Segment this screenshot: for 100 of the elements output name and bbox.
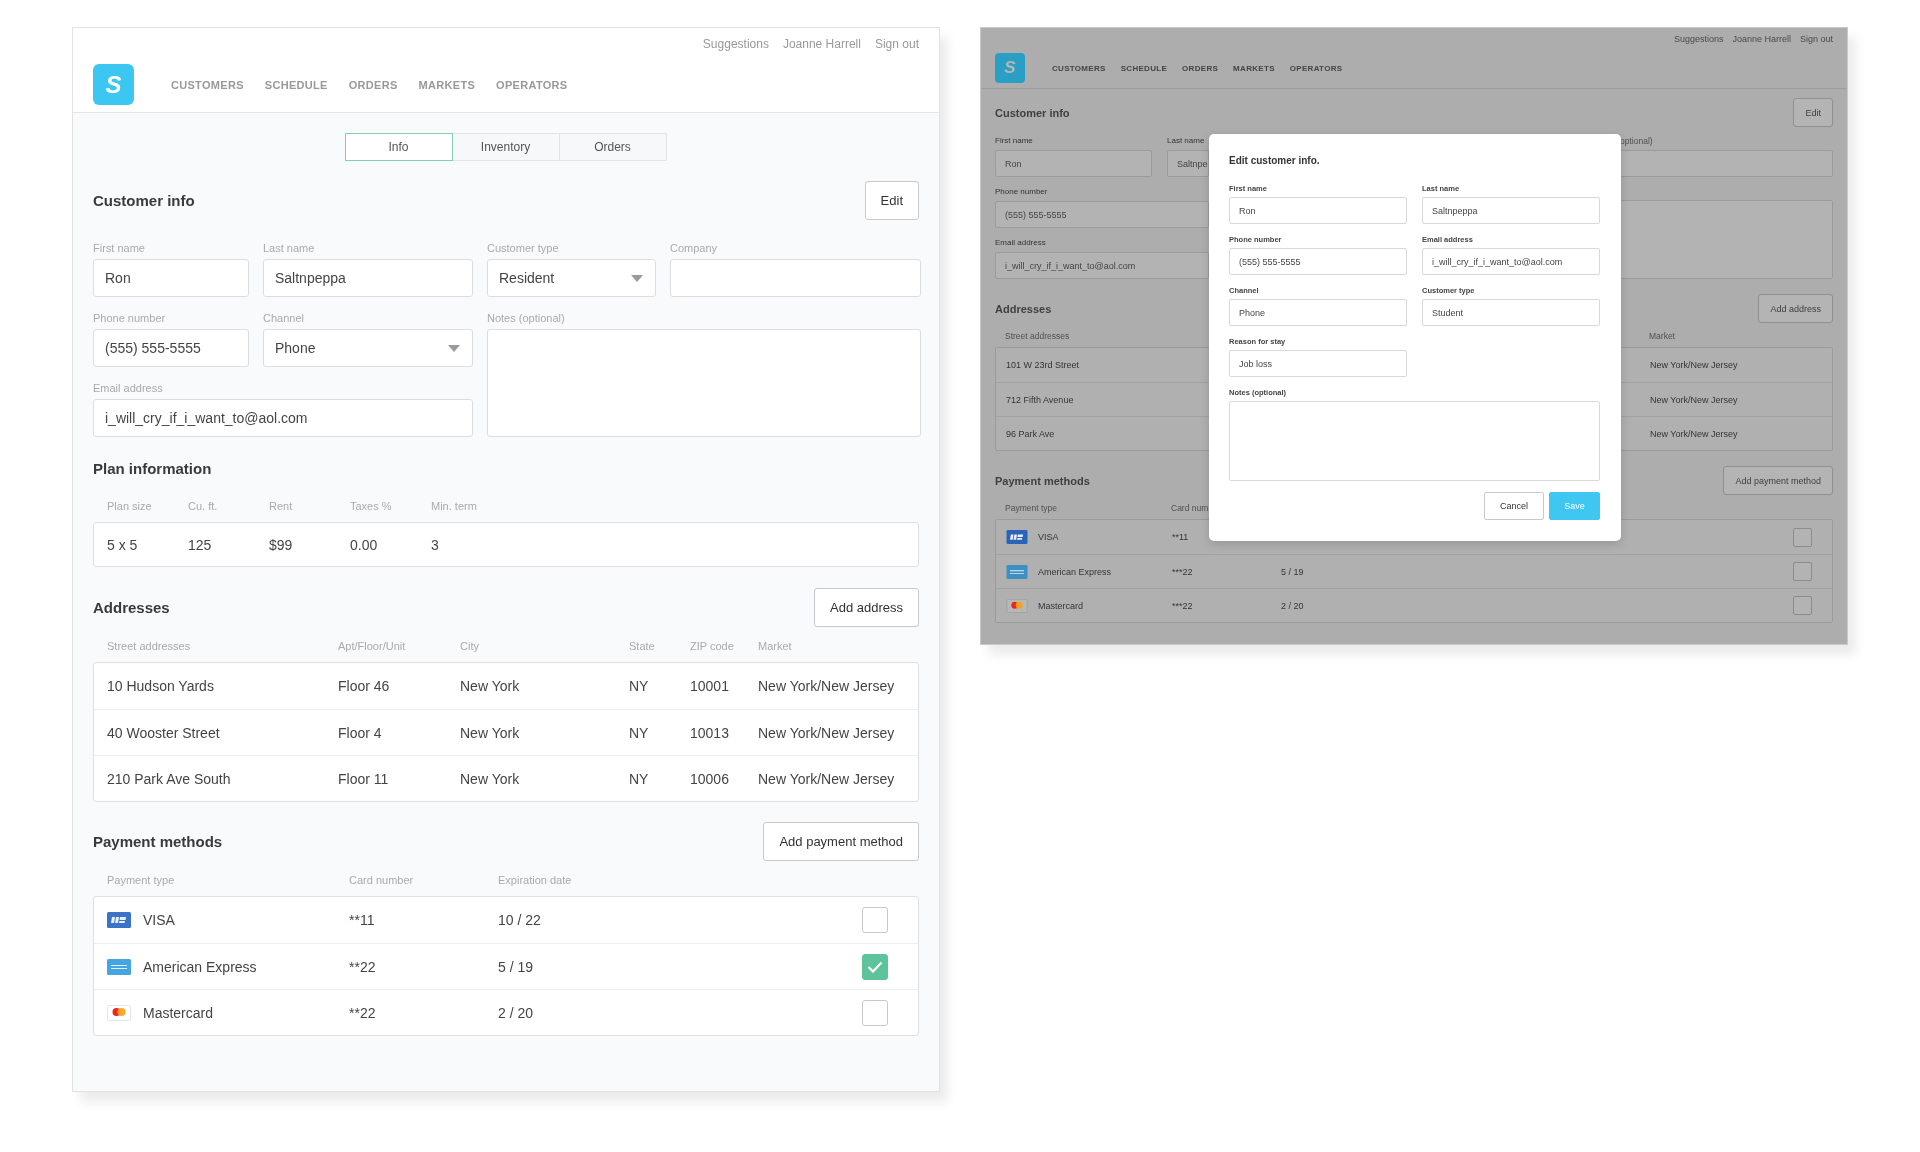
table-cell: **11 bbox=[1172, 532, 1189, 542]
column-header: Street addresses bbox=[107, 639, 191, 653]
checkbox[interactable] bbox=[862, 907, 888, 933]
table-cell: **11 bbox=[349, 912, 375, 928]
table-cell: 2 / 20 bbox=[1281, 600, 1304, 611]
table-cell: New York/New Jersey bbox=[758, 678, 895, 694]
input-field[interactable]: i_will_cry_if_i_want_to@aol.com bbox=[1422, 248, 1600, 275]
input-field[interactable]: (555) 555-5555 bbox=[1229, 248, 1407, 275]
table-cell: 10001 bbox=[690, 678, 729, 694]
field-label: Phone number bbox=[995, 187, 1049, 197]
section-title: Customer info bbox=[93, 190, 195, 211]
header-link[interactable]: Sign out bbox=[1799, 33, 1833, 45]
tab[interactable]: Orders bbox=[558, 133, 667, 161]
nav-link[interactable]: OPERATORS bbox=[1289, 63, 1343, 73]
field-label: Last name bbox=[1167, 136, 1206, 146]
table-cell: New York/New Jersey bbox=[1650, 394, 1738, 405]
header-link[interactable]: Joanne Harrell bbox=[1732, 33, 1791, 45]
section-title: Payment methods bbox=[995, 473, 1090, 489]
input-field[interactable] bbox=[1620, 150, 1833, 177]
table-cell: 712 Fifth Avenue bbox=[1006, 394, 1074, 405]
table-cell: Mastercard bbox=[1038, 600, 1083, 611]
tab[interactable]: Inventory bbox=[451, 133, 560, 161]
input-field[interactable]: Phone bbox=[1229, 299, 1407, 326]
table-cell: $99 bbox=[269, 536, 293, 553]
table-cell: VISA bbox=[1038, 532, 1059, 542]
nav-link[interactable]: SCHEDULE bbox=[264, 78, 328, 91]
input-field[interactable]: Student bbox=[1422, 299, 1600, 326]
input-field[interactable]: Ron bbox=[995, 150, 1152, 177]
nav-link[interactable]: ORDERS bbox=[1182, 63, 1219, 73]
table-cell: 10 Hudson Yards bbox=[107, 678, 214, 694]
nav-link[interactable]: OPERATORS bbox=[496, 78, 568, 91]
column-header: Plan size bbox=[107, 499, 152, 513]
card-icon bbox=[1006, 598, 1028, 613]
input-field[interactable]: (555) 555-5555 bbox=[93, 329, 249, 367]
nav-link[interactable]: MARKETS bbox=[1233, 63, 1275, 73]
caret-icon bbox=[448, 344, 460, 352]
edit-button[interactable]: Edit bbox=[1793, 98, 1833, 127]
input-field[interactable]: Ron bbox=[93, 259, 249, 297]
notes-field[interactable] bbox=[1620, 200, 1833, 279]
header-link[interactable]: Suggestions bbox=[1673, 33, 1724, 45]
select-field[interactable]: Phone bbox=[263, 329, 473, 367]
nav-link[interactable]: SCHEDULE bbox=[1120, 63, 1168, 73]
checkbox[interactable] bbox=[1793, 596, 1812, 615]
table-cell: New York/New Jersey bbox=[1650, 360, 1738, 370]
table-cell: American Express bbox=[143, 958, 257, 975]
add-address-button[interactable]: Add address bbox=[1758, 294, 1833, 323]
table-cell: New York/New Jersey bbox=[758, 724, 895, 741]
edit-button[interactable]: Edit bbox=[864, 181, 919, 220]
input-field[interactable]: Saltnpeppa bbox=[1422, 197, 1600, 224]
table-cell: 210 Park Ave South bbox=[107, 770, 231, 787]
nav-link[interactable]: ORDERS bbox=[348, 78, 398, 91]
checkbox[interactable] bbox=[1793, 562, 1812, 581]
table-cell: New York/New Jersey bbox=[1650, 428, 1738, 439]
nav-link[interactable]: CUSTOMERS bbox=[1052, 63, 1106, 73]
table-cell: **22 bbox=[349, 958, 376, 975]
table-cell: Floor 4 bbox=[338, 724, 382, 741]
column-header: Card number bbox=[349, 873, 414, 887]
input-field[interactable]: Ron bbox=[1229, 197, 1407, 224]
checkbox[interactable] bbox=[1793, 527, 1812, 547]
field-label: Last name bbox=[263, 241, 316, 255]
column-header: Taxes % bbox=[350, 499, 392, 513]
card-icon bbox=[1006, 530, 1028, 544]
input-field[interactable]: i_will_cry_if_i_want_to@aol.com bbox=[93, 399, 473, 437]
column-header: Market bbox=[1649, 331, 1675, 341]
add-payment-button[interactable]: Add payment method bbox=[1723, 466, 1833, 495]
header-link[interactable]: Sign out bbox=[874, 37, 919, 52]
header-link[interactable]: Suggestions bbox=[702, 37, 769, 52]
column-header: State bbox=[629, 639, 655, 653]
add-payment-button[interactable]: Add payment method bbox=[763, 822, 919, 861]
header-link[interactable]: Joanne Harrell bbox=[782, 37, 861, 52]
add-address-button[interactable]: Add address bbox=[814, 588, 919, 627]
table-cell: 10006 bbox=[690, 770, 729, 787]
input-field[interactable]: Saltnpe bbox=[1167, 150, 1209, 177]
input-field[interactable]: Saltnpeppa bbox=[263, 259, 473, 297]
nav-link[interactable]: CUSTOMERS bbox=[171, 78, 244, 91]
checkbox[interactable] bbox=[862, 999, 888, 1026]
input-field[interactable]: Job loss bbox=[1229, 350, 1407, 377]
card-icon bbox=[107, 1004, 131, 1021]
table-cell: 5 x 5 bbox=[107, 536, 138, 553]
table-cell: 125 bbox=[188, 536, 212, 553]
input-field[interactable]: i_will_cry_if_i_want_to@aol.com bbox=[995, 252, 1209, 279]
cancel-button[interactable]: Cancel bbox=[1484, 492, 1544, 520]
table-cell: American Express bbox=[1038, 566, 1112, 577]
select-field[interactable]: Resident bbox=[487, 259, 656, 297]
checkbox[interactable] bbox=[862, 953, 888, 980]
table-cell: 0.00 bbox=[350, 536, 378, 553]
dialog-title: Edit customer info. bbox=[1229, 154, 1321, 168]
column-header: Min. term bbox=[431, 499, 477, 513]
column-header: Apt/Floor/Unit bbox=[338, 639, 406, 653]
field-label: Email address bbox=[995, 238, 1047, 248]
column-header: Payment type bbox=[1005, 503, 1057, 513]
field-label: Company bbox=[670, 241, 719, 255]
table-cell: NY bbox=[629, 724, 649, 741]
nav-link[interactable]: MARKETS bbox=[418, 78, 476, 91]
input-field[interactable]: (555) 555-5555 bbox=[995, 201, 1209, 228]
table-cell: 2 / 20 bbox=[498, 1004, 534, 1021]
caret-icon bbox=[631, 274, 643, 282]
table-cell: New York bbox=[460, 678, 520, 694]
tab[interactable]: Info bbox=[344, 133, 453, 161]
table-cell: NY bbox=[629, 678, 649, 694]
